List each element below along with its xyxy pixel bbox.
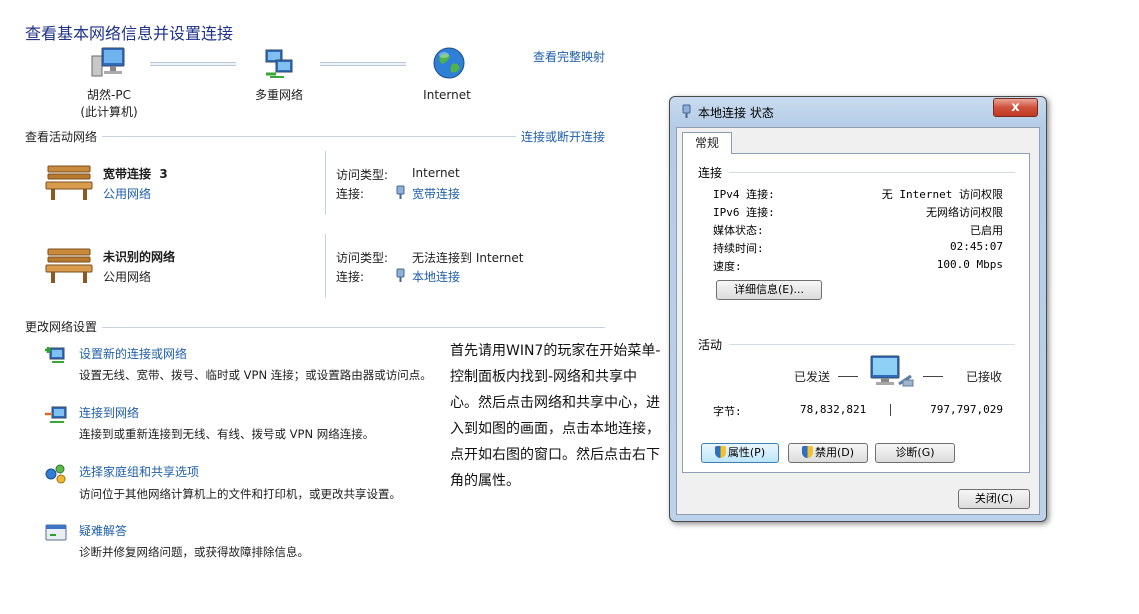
connect-network-icon (44, 404, 68, 426)
ipv6-value: 无网络访问权限 (926, 206, 1003, 219)
task-description: 连接到或重新连接到无线、有线、拨号或 VPN 网络连接。 (79, 427, 375, 441)
activity-line (923, 376, 943, 377)
section-divider (102, 327, 605, 328)
network-category: 公用网络 (103, 270, 152, 284)
disable-button[interactable]: 禁用(D) (788, 443, 868, 463)
speed-value: 100.0 Mbps (936, 258, 1003, 271)
globe-icon[interactable] (432, 46, 466, 80)
details-button[interactable]: 详细信息(E)... (716, 280, 822, 300)
speed-label: 速度: (713, 260, 742, 273)
bytes-received-value: 797,797,029 (930, 403, 1003, 416)
network-activity-icon (869, 354, 919, 398)
troubleshoot-icon (44, 522, 68, 544)
full-map-link[interactable]: 查看完整映射 (533, 48, 605, 65)
task-setup-connection-link[interactable]: 设置新的连接或网络 (79, 345, 187, 362)
local-connection-status-dialog: 本地连接 状态 x 常规 连接 IPv4 连接: 无 Internet 访问权限… (669, 96, 1047, 522)
connection-label: 连接: (336, 187, 365, 201)
shield-icon (714, 446, 726, 458)
disable-button-label: 禁用(D) (814, 446, 855, 459)
tab-general[interactable]: 常规 (682, 132, 732, 154)
ipv6-label: IPv6 连接: (713, 206, 775, 219)
section-divider (102, 136, 516, 137)
bench-icon (44, 245, 94, 285)
bytes-label: 字节: (713, 405, 742, 418)
close-button[interactable]: x (993, 98, 1038, 117)
homegroup-icon (44, 463, 68, 485)
group-divider (729, 344, 1015, 345)
network-name: 未识别的网络 (103, 250, 176, 264)
instruction-text: 首先请用WIN7的玩家在开始菜单-控制面板内找到-网络和共享中心。然后点击网络和… (450, 343, 661, 489)
new-connection-icon (44, 344, 68, 366)
vertical-divider (325, 151, 326, 215)
activity-line (838, 376, 858, 377)
computer-icon (90, 46, 126, 80)
ipv4-value: 无 Internet 访问权限 (881, 188, 1003, 201)
media-state-value: 已启用 (970, 224, 1003, 237)
access-type-value: Internet (412, 166, 460, 180)
vertical-divider (325, 234, 326, 298)
bench-icon (44, 162, 94, 202)
connection-link[interactable]: 宽带连接 (412, 185, 460, 202)
map-node-computer-sublabel: (此计算机) (80, 105, 138, 119)
diagnose-button[interactable]: 诊断(G) (875, 443, 955, 463)
received-label: 已接收 (966, 370, 1003, 384)
dialog-title: 本地连接 状态 (698, 106, 774, 120)
connection-group-heading: 连接 (698, 166, 723, 180)
connection-plug-icon (396, 184, 405, 199)
close-dialog-button[interactable]: 关闭(C) (958, 489, 1030, 509)
activity-group-heading: 活动 (698, 338, 723, 352)
task-connect-network-link[interactable]: 连接到网络 (79, 404, 139, 421)
duration-value: 02:45:07 (950, 240, 1003, 253)
active-networks-heading: 查看活动网络 (25, 130, 98, 144)
group-divider (729, 172, 1015, 173)
network-category-link[interactable]: 公用网络 (103, 185, 151, 202)
duration-label: 持续时间: (713, 242, 764, 255)
connection-plug-icon (682, 103, 691, 118)
tab-panel: 连接 IPv4 连接: 无 Internet 访问权限 IPv6 连接: 无网络… (682, 153, 1030, 473)
media-state-label: 媒体状态: (713, 224, 764, 237)
properties-button[interactable]: 属性(P) (701, 443, 779, 463)
activity-line (890, 404, 891, 416)
map-node-computer-label: 胡然-PC (87, 88, 131, 102)
ipv4-label: IPv4 连接: (713, 188, 775, 201)
network-name: 宽带连接 3 (103, 167, 168, 181)
map-node-internet-label: Internet (423, 88, 471, 102)
task-homegroup-link[interactable]: 选择家庭组和共享选项 (79, 463, 199, 480)
task-troubleshoot-link[interactable]: 疑难解答 (79, 522, 127, 539)
map-connector-line (150, 62, 236, 66)
page-title: 查看基本网络信息并设置连接 (25, 24, 234, 43)
connection-label: 连接: (336, 270, 365, 284)
connection-plug-icon (396, 267, 405, 282)
connection-link[interactable]: 本地连接 (412, 268, 460, 285)
task-description: 诊断并修复网络问题，或获得故障排除信息。 (79, 545, 309, 559)
connect-disconnect-link[interactable]: 连接或断开连接 (521, 128, 605, 145)
sent-label: 已发送 (794, 370, 831, 384)
network-icon[interactable] (262, 46, 296, 80)
bytes-sent-value: 78,832,821 (800, 403, 867, 416)
shield-icon (801, 446, 813, 458)
task-description: 访问位于其他网络计算机上的文件和打印机，或更改共享设置。 (79, 487, 401, 501)
map-connector-line (320, 62, 406, 66)
access-type-label: 访问类型: (336, 251, 389, 265)
change-settings-heading: 更改网络设置 (25, 320, 98, 334)
task-description: 设置无线、宽带、拨号、临时或 VPN 连接；或设置路由器或访问点。 (79, 368, 432, 382)
access-type-label: 访问类型: (336, 168, 389, 182)
properties-button-label: 属性(P) (727, 446, 766, 459)
map-node-network-label: 多重网络 (254, 88, 303, 102)
access-type-value: 无法连接到 Internet (412, 251, 524, 265)
